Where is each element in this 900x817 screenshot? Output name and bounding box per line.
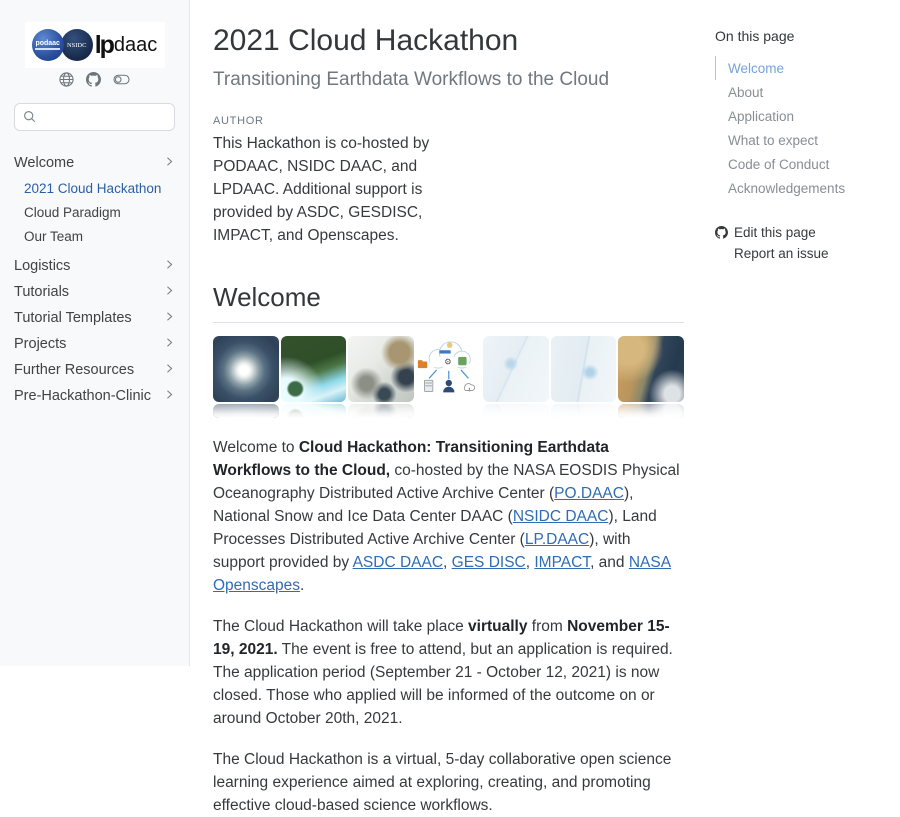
chevron-right-icon [164,284,175,300]
oman-coast-satellite [618,336,684,418]
github-icon [715,226,728,239]
tile-reflection [618,404,684,418]
toc-title: On this page [715,28,900,44]
banner-image: ⚙ [213,336,684,418]
podaac-logo: podaac [32,29,64,61]
page-title: 2021 Cloud Hackathon [213,24,684,59]
tile-reflection [281,404,347,418]
text: , [443,554,452,571]
sidebar-item-label: Tutorial Templates [14,310,132,326]
main-content: 2021 Cloud Hackathon Transitioning Earth… [190,0,684,666]
chevron-right-icon [164,258,175,274]
nsidc-logo: NSIDC [61,29,93,61]
sidebar-item-label: Projects [14,336,66,352]
sidebar-subnav-welcome: 2021 Cloud Hackathon Cloud Paradigm Our … [24,177,175,248]
chevron-right-icon [164,362,175,378]
event-details-paragraph: The Cloud Hackathon will take place virt… [213,615,684,730]
report-an-issue-link[interactable]: Report an issue [715,243,900,264]
author-text: This Hackathon is co-hosted by PODAAC, N… [213,132,475,247]
toggle-icon[interactable] [113,72,130,87]
tile-reflection [416,404,482,418]
text: The Cloud Hackathon will take place [213,618,468,635]
chevron-right-icon [164,336,175,352]
chevron-right-icon [164,388,175,404]
chevron-right-icon [164,310,175,326]
sidebar-item-cloud-paradigm[interactable]: Cloud Paradigm [24,201,175,224]
link-lpdaac[interactable]: LP.DAAC [525,531,589,548]
text: , and [590,554,629,571]
sidebar-item-label: Pre-Hackathon-Clinic [14,388,151,404]
page: podaac NSIDC lp daac [0,0,900,666]
sidebar-item-label: Tutorials [14,284,69,300]
sidebar-nav: Welcome 2021 Cloud Hackathon Cloud Parad… [0,151,189,408]
link-asdc-daac[interactable]: ASDC DAAC [353,554,443,571]
sidebar-item-tutorial-templates[interactable]: Tutorial Templates [14,306,175,330]
podaac-logo-text: podaac [35,40,60,50]
link-ges-disc[interactable]: GES DISC [452,554,526,571]
intro-paragraph: Welcome to Cloud Hackathon: Transitionin… [213,436,684,597]
sidebar-item-logistics[interactable]: Logistics [14,254,175,278]
toc-item-acknowledgements[interactable]: Acknowledgements [715,176,900,200]
sidebar-item-welcome[interactable]: Welcome [14,151,175,175]
sidebar-item-2021-cloud-hackathon[interactable]: 2021 Cloud Hackathon [24,177,175,200]
sidebar-item-pre-hackathon-clinic[interactable]: Pre-Hackathon-Clinic [14,384,175,408]
sidebar-item-label: Welcome [14,155,74,171]
edit-this-page-label: Edit this page [734,225,816,240]
search [14,103,175,131]
on-this-page: On this page Welcome About Application W… [684,0,900,666]
page-subtitle: Transitioning Earthdata Workflows to the… [213,69,684,92]
link-nsidc-daac[interactable]: NSIDC DAAC [513,508,609,525]
edit-this-page-link[interactable]: Edit this page [715,222,900,243]
nsidc-logo-text: NSIDC [67,42,87,49]
github-icon[interactable] [86,72,101,87]
sidebar-tool-icons [0,72,189,87]
coastal-bloom-satellite [281,336,347,418]
chevron-right-icon [164,155,175,171]
cloud-architecture-diagram: ⚙ [416,336,482,418]
text: Welcome to [213,439,299,456]
clipped-paragraph: The Cloud Hackathon is a virtual, 5-day … [213,748,684,817]
sidebar: podaac NSIDC lp daac [0,0,190,666]
tile-reflection [483,404,549,418]
toc-item-welcome[interactable]: Welcome [715,56,900,80]
toc-item-about[interactable]: About [715,80,900,104]
arctic-clouds-satellite [348,336,414,418]
bold-text: virtually [468,618,527,635]
tile-reflection [551,404,617,418]
tile-reflection [348,404,414,418]
search-icon [23,110,36,123]
sidebar-item-label: Logistics [14,258,70,274]
link-impact[interactable]: IMPACT [534,554,590,571]
tile-reflection [213,404,279,418]
toc-list: Welcome About Application What to expect… [715,56,900,200]
text: The event is free to attend, but an appl… [213,641,673,727]
toc-item-what-to-expect[interactable]: What to expect [715,128,900,152]
sidebar-item-further-resources[interactable]: Further Resources [14,358,175,382]
author-label: AUTHOR [213,115,684,127]
text: . [300,577,304,594]
sea-ice-satellite-2 [551,336,617,418]
toc-item-application[interactable]: Application [715,104,900,128]
link-podaac[interactable]: PO.DAAC [554,485,624,502]
section-heading-welcome: Welcome [213,283,684,323]
sidebar-item-projects[interactable]: Projects [14,332,175,356]
hurricane-satellite [213,336,279,418]
sea-ice-satellite-1 [483,336,549,418]
toc-actions: Edit this page Report an issue [715,222,900,264]
icon-spacer [715,247,728,260]
text: from [527,618,567,635]
lpdaac-logo-mark: lp [95,33,113,58]
lpdaac-logo-text: daac [114,35,157,55]
sidebar-item-tutorials[interactable]: Tutorials [14,280,175,304]
svg-text:⚙: ⚙ [444,356,452,366]
site-logo[interactable]: podaac NSIDC lp daac [25,22,165,68]
sidebar-item-label: Further Resources [14,362,134,378]
sidebar-item-our-team[interactable]: Our Team [24,225,175,248]
search-input[interactable] [14,103,175,131]
report-an-issue-label: Report an issue [734,246,829,261]
toc-item-code-of-conduct[interactable]: Code of Conduct [715,152,900,176]
globe-icon[interactable] [59,72,74,87]
